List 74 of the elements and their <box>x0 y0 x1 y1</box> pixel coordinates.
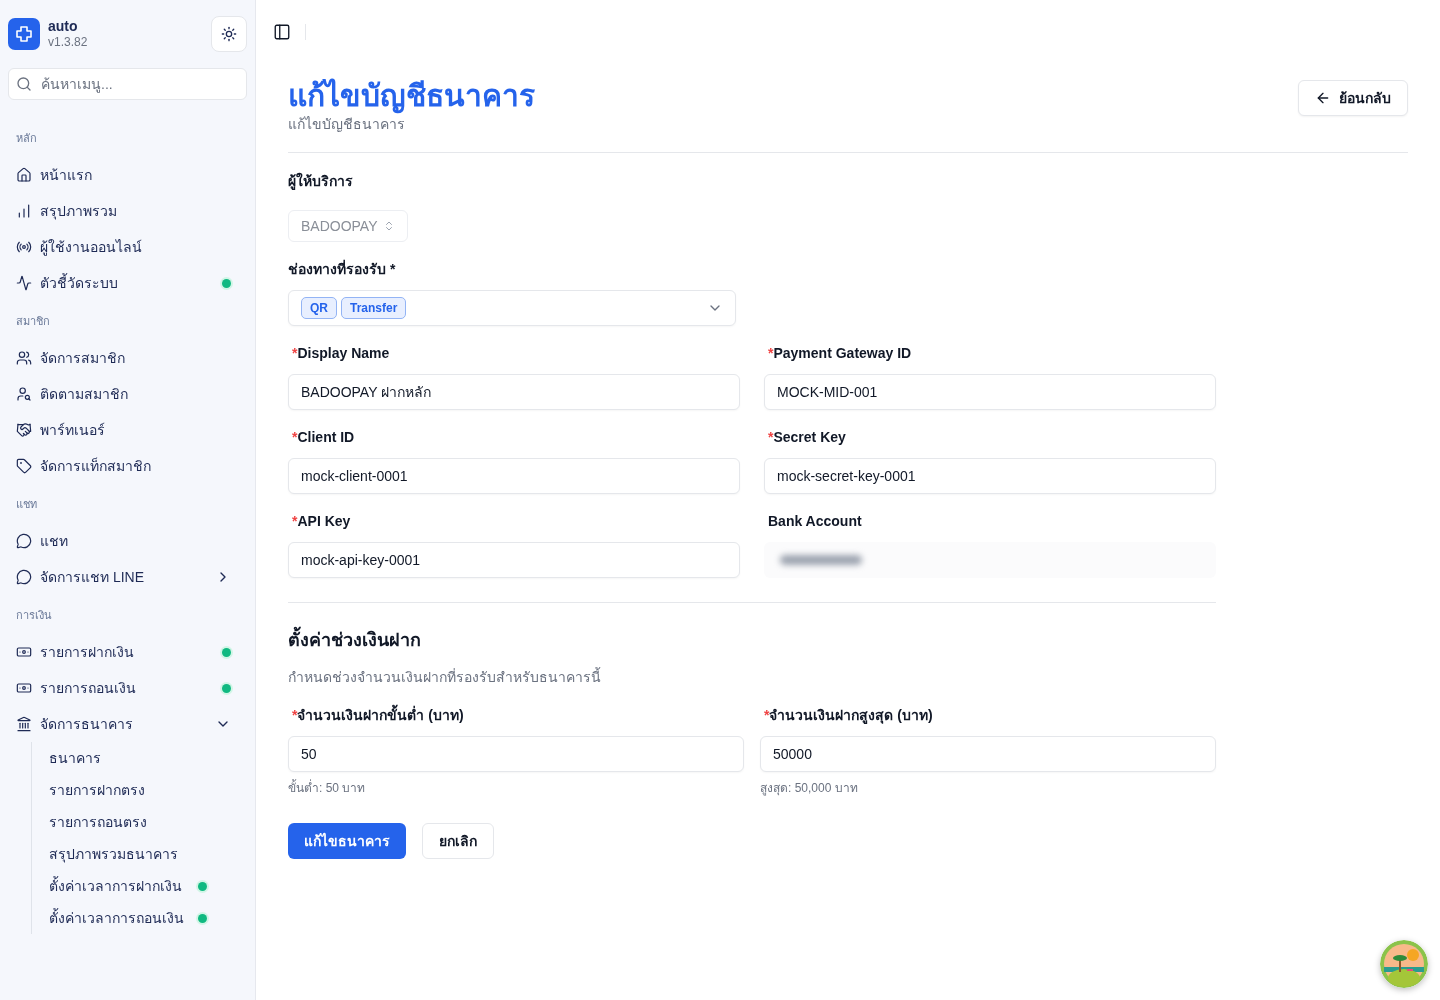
field-label: *Client ID <box>292 429 355 445</box>
cancel-button[interactable]: ยกเลิก <box>422 823 494 859</box>
input-field[interactable]: MOCK-MID-001 <box>764 374 1216 410</box>
field-label: *API Key <box>292 513 351 529</box>
input-field[interactable]: 50000 <box>760 736 1216 772</box>
channel-tag: QR <box>301 297 337 319</box>
field-label: *Display Name <box>292 345 390 361</box>
app-name: auto <box>48 18 79 34</box>
user-search-icon <box>16 386 32 402</box>
sidebar-item[interactable]: จัดการสมาชิก <box>8 340 247 376</box>
section-title: การเงิน <box>15 608 53 623</box>
field-label: ช่องทางที่รองรับ * <box>288 259 397 279</box>
field-label: *Payment Gateway ID <box>768 345 912 361</box>
field-label: Bank Account <box>768 513 862 529</box>
sidebar-item[interactable]: รายการถอนเงิน <box>8 670 247 706</box>
app-version: v1.3.82 <box>48 34 89 50</box>
input-field[interactable]: mock-client-0001 <box>288 458 740 494</box>
sidebar-item[interactable]: พาร์ทเนอร์ <box>8 412 247 448</box>
sun-icon <box>221 26 237 42</box>
sidebar-item[interactable]: แชท <box>8 523 247 559</box>
banknote-icon <box>16 680 32 696</box>
home-icon <box>16 167 32 183</box>
back-button[interactable]: ย้อนกลับ <box>1298 80 1408 116</box>
channel-select[interactable]: QR Transfer <box>288 290 736 326</box>
banknote-icon <box>16 644 32 660</box>
broadcast-icon <box>16 239 32 255</box>
sidebar-subitem[interactable]: ตั้งค่าเวลาการฝากเงิน <box>32 870 247 902</box>
bank-account-field[interactable] <box>764 542 1216 578</box>
tag-icon <box>16 458 32 474</box>
sidebar-item[interactable]: ผู้ใช้งานออนไลน์ <box>8 229 247 265</box>
section-title: แชท <box>15 497 38 512</box>
input-field[interactable]: 50 <box>288 736 744 772</box>
input-field[interactable]: mock-api-key-0001 <box>288 542 740 578</box>
sidebar-toggle-icon[interactable] <box>273 23 291 41</box>
section-title: สมาชิก <box>15 314 51 329</box>
field-label: ผู้ให้บริการ <box>288 171 354 191</box>
sidebar-subitem[interactable]: รายการถอนตรง <box>32 806 247 838</box>
sidebar-item[interactable]: สรุปภาพรวม <box>8 193 247 229</box>
section-description: กำหนดช่วงจำนวนเงินฝากที่รองรับสำหรับธนาคารนี้ <box>288 667 602 687</box>
handshake-icon <box>16 422 32 438</box>
input-field[interactable]: mock-secret-key-0001 <box>764 458 1216 494</box>
sidebar-item[interactable]: จัดการแท็กสมาชิก <box>8 448 247 484</box>
chat-bubble-icon <box>16 569 32 585</box>
sidebar-item[interactable]: จัดการแชท LINE <box>8 559 247 595</box>
sidebar-item[interactable]: ติดตามสมาชิก <box>8 376 247 412</box>
logo-icon <box>8 18 40 50</box>
pulse-icon <box>16 275 32 291</box>
field-label: *จำนวนเงินฝากสูงสุด (บาท) <box>764 707 933 723</box>
field-hint: ขั้นต่ำ: 50 บาท <box>288 780 367 796</box>
up-down-chevron-icon <box>383 220 395 232</box>
theme-toggle-button[interactable] <box>211 16 247 52</box>
section-title: หลัก <box>15 131 38 146</box>
channel-tag: Transfer <box>341 297 407 319</box>
section-heading: ตั้งค่าช่วงเงินฝาก <box>288 627 1312 653</box>
sidebar-item[interactable]: จัดการธนาคาร <box>8 706 247 742</box>
arrow-left-icon <box>1315 90 1331 106</box>
sidebar-subitem[interactable]: ตั้งค่าเวลาการถอนเงิน <box>32 902 247 934</box>
sidebar-subitem[interactable]: ธนาคาร <box>32 742 247 774</box>
page-title: แก้ไขบัญชีธนาคาร <box>288 78 535 114</box>
sidebar-item[interactable]: รายการฝากเงิน <box>8 634 247 670</box>
chat-bubble-icon <box>16 533 32 549</box>
input-field[interactable]: BADOOPAY ฝากหลัก <box>288 374 740 410</box>
field-hint: สูงสุด: 50,000 บาท <box>760 780 859 796</box>
users-icon <box>16 350 32 366</box>
sidebar-item[interactable]: ตัวชี้วัดระบบ <box>8 265 247 301</box>
sidebar-item[interactable]: หน้าแรก <box>8 157 247 193</box>
page-subtitle: แก้ไขบัญชีธนาคาร <box>288 115 406 134</box>
field-label: *Secret Key <box>768 429 846 445</box>
bar-chart-icon <box>16 203 32 219</box>
sidebar-subitem[interactable]: สรุปภาพรวมธนาคาร <box>32 838 247 870</box>
sidebar-subitem[interactable]: รายการฝากตรง <box>32 774 247 806</box>
submit-button[interactable]: แก้ไขธนาคาร <box>288 823 406 859</box>
bank-icon <box>16 716 32 732</box>
search-field[interactable]: ค้นหาเมนู... <box>8 68 247 100</box>
